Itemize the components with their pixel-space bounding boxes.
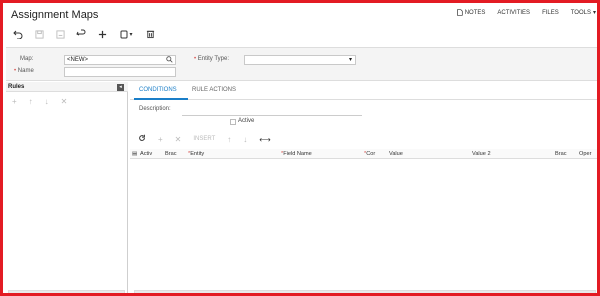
refresh-icon [76, 29, 86, 36]
save-icon [34, 29, 44, 39]
rules-panel: Rules ◂ + ↑ ↓ ✕ [6, 82, 128, 293]
search-icon[interactable] [166, 56, 173, 66]
entity-type-label: Entity Type: [197, 56, 230, 62]
description-field[interactable] [182, 115, 362, 116]
add-rule-icon[interactable]: + [12, 97, 17, 106]
chevron-down-icon: ▾ [592, 10, 596, 16]
fit-columns-icon[interactable]: ⟷ [259, 135, 270, 144]
column-header-condition[interactable]: *Cor [364, 151, 375, 157]
column-header-field-name-label: Field Name [283, 151, 312, 157]
column-header-active[interactable]: Activ [140, 151, 152, 157]
page-title: Assignment Maps [11, 9, 99, 21]
add-button[interactable] [96, 28, 108, 40]
refresh-button[interactable] [75, 28, 87, 40]
tab-bar: CONDITIONS RULE ACTIONS [130, 82, 597, 100]
save-button[interactable] [33, 28, 45, 40]
move-down-icon[interactable]: ↓ [243, 135, 247, 144]
tools-link-label: TOOLS [570, 9, 591, 16]
map-value: <NEW> [67, 57, 89, 63]
collapse-icon: ◂ [119, 84, 122, 90]
insert-button[interactable]: INSERT [193, 136, 215, 142]
row-selector-icon[interactable]: ▤ [132, 151, 137, 157]
tab-conditions[interactable]: CONDITIONS [139, 87, 177, 93]
move-up-icon[interactable]: ↑ [227, 135, 231, 144]
save-close-icon [55, 29, 65, 39]
column-header-close-bracket[interactable]: Brac [555, 151, 567, 157]
main-toolbar: ▾ [12, 28, 156, 40]
copy-paste-button[interactable]: ▾ [117, 28, 135, 40]
delete-button[interactable] [144, 28, 156, 40]
name-label: Name [17, 68, 34, 74]
column-header-value2[interactable]: Value 2 [472, 151, 491, 157]
save-close-button[interactable] [54, 28, 66, 40]
active-tab-indicator [134, 98, 188, 100]
required-marker: • [194, 56, 197, 62]
description-label: Description: [139, 106, 171, 112]
delete-icon [146, 30, 154, 39]
undo-icon [13, 30, 23, 39]
conditions-toolbar: + ✕ INSERT ↑ ↓ ⟷ [138, 134, 271, 144]
delete-row-icon[interactable]: ✕ [175, 135, 182, 144]
summary-form: Map: <NEW> • Name • Entity Type: ▾ [6, 47, 597, 81]
column-header-operator[interactable]: Oper [579, 151, 591, 157]
move-up-icon[interactable]: ↑ [29, 97, 33, 106]
notes-link[interactable]: NOTES [456, 9, 486, 16]
top-bar: Assignment Maps NOTES ACTIVITIES FILES T… [6, 6, 597, 46]
delete-rule-icon[interactable]: ✕ [61, 97, 68, 106]
copy-paste-icon [120, 30, 128, 39]
entity-type-select[interactable]: ▾ [244, 55, 356, 65]
rules-toolbar: + ↑ ↓ ✕ [12, 97, 67, 106]
notes-link-label: NOTES [464, 9, 486, 16]
column-header-field-name[interactable]: *Field Name [281, 151, 312, 157]
rules-title: Rules [8, 84, 25, 90]
add-row-icon[interactable]: + [158, 135, 163, 144]
rules-scrollbar[interactable] [8, 290, 125, 293]
column-header-value[interactable]: Value [389, 151, 403, 157]
add-icon [98, 30, 106, 38]
entity-type-label-wrap: • Entity Type: [194, 56, 229, 62]
chevron-down-icon: ▾ [129, 31, 133, 38]
active-label: Active [238, 118, 255, 124]
column-header-entity[interactable]: *Entity [188, 151, 204, 157]
undo-button[interactable] [12, 28, 24, 40]
required-marker: • [14, 68, 17, 74]
column-header-entity-label: Entity [190, 151, 205, 157]
tools-link[interactable]: TOOLS ▾ [570, 9, 596, 17]
column-header-condition-label: Cor [366, 151, 376, 157]
app-window: Assignment Maps NOTES ACTIVITIES FILES T… [0, 0, 600, 296]
details-panel: CONDITIONS RULE ACTIONS Description: Act… [130, 82, 597, 293]
column-header-open-bracket[interactable]: Brac [165, 151, 177, 157]
conditions-grid-header: ▤ Activ Brac *Entity *Field Name *Cor Va… [130, 149, 597, 159]
tab-rule-actions[interactable]: RULE ACTIONS [192, 87, 236, 93]
map-field[interactable]: <NEW> [64, 55, 176, 65]
refresh-icon[interactable] [138, 134, 146, 144]
top-links: NOTES ACTIVITIES FILES TOOLS ▾ [456, 9, 596, 16]
move-down-icon[interactable]: ↓ [45, 97, 49, 106]
grid-scrollbar[interactable] [134, 290, 596, 293]
name-field[interactable] [64, 67, 176, 77]
chevron-down-icon: ▾ [348, 57, 352, 63]
collapse-button[interactable]: ◂ [117, 84, 124, 91]
files-link[interactable]: FILES [542, 9, 559, 16]
active-checkbox[interactable] [230, 119, 236, 125]
name-label-wrap: • Name [14, 68, 34, 74]
map-label: Map: [20, 56, 34, 62]
rules-header: Rules ◂ [6, 82, 128, 92]
note-icon [456, 9, 463, 16]
activities-link[interactable]: ACTIVITIES [497, 9, 530, 16]
